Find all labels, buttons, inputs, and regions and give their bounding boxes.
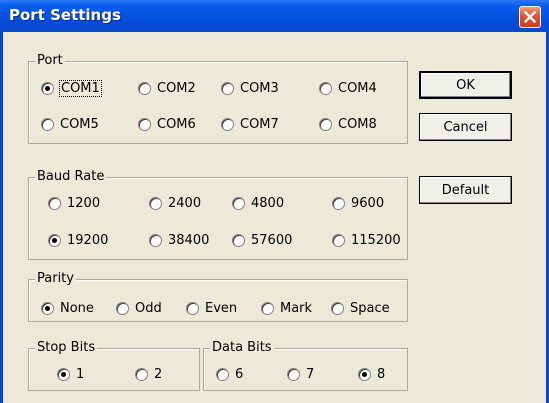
radio-icon — [216, 367, 229, 381]
baud-option-2400[interactable]: 2400 — [149, 194, 201, 212]
radio-selected-icon — [358, 367, 371, 381]
default-button[interactable]: Default — [419, 176, 512, 204]
option-label: COM7 — [240, 116, 279, 132]
baud-option-9600[interactable]: 9600 — [332, 194, 384, 212]
baud-option-38400[interactable]: 38400 — [149, 231, 209, 249]
data-bits-option-8[interactable]: 8 — [358, 365, 385, 383]
radio-icon — [138, 81, 151, 95]
radio-icon — [261, 301, 274, 315]
port-option-com1[interactable]: COM1 — [41, 79, 102, 97]
port-option-com2[interactable]: COM2 — [138, 79, 196, 97]
radio-selected-icon — [41, 81, 54, 95]
radio-icon — [41, 117, 54, 131]
option-label: COM2 — [157, 80, 196, 96]
option-label: 8 — [377, 366, 386, 382]
stop-bits-option-2[interactable]: 2 — [135, 365, 162, 383]
option-label: 38400 — [168, 232, 210, 248]
radio-icon — [186, 301, 199, 315]
radio-icon — [232, 196, 245, 210]
baud-option-57600[interactable]: 57600 — [232, 231, 292, 249]
radio-icon — [138, 117, 151, 131]
radio-icon — [221, 117, 234, 131]
port-option-com4[interactable]: COM4 — [319, 79, 377, 97]
option-label: COM3 — [240, 80, 279, 96]
close-icon — [524, 11, 536, 23]
ok-button-label: OK — [456, 77, 475, 93]
baud-option-19200[interactable]: 19200 — [48, 231, 108, 249]
parity-option-space[interactable]: Space — [331, 299, 390, 317]
option-label: 1200 — [67, 195, 101, 211]
radio-icon — [287, 367, 300, 381]
baud-option-115200[interactable]: 115200 — [332, 231, 401, 249]
option-label: 2 — [154, 366, 163, 382]
radio-icon — [149, 233, 162, 247]
parity-option-mark[interactable]: Mark — [261, 299, 312, 317]
data-bits-group-label: Data Bits — [210, 340, 274, 356]
close-button[interactable] — [519, 6, 541, 28]
port-option-com8[interactable]: COM8 — [319, 115, 377, 133]
radio-icon — [319, 117, 332, 131]
radio-selected-icon — [41, 301, 54, 315]
stop-bits-group-label: Stop Bits — [35, 340, 98, 356]
parity-group-label: Parity — [35, 271, 76, 287]
ok-button[interactable]: OK — [419, 71, 512, 99]
parity-option-even[interactable]: Even — [186, 299, 237, 317]
option-label: 19200 — [67, 232, 109, 248]
radio-selected-icon — [57, 367, 70, 381]
stop-bits-group: Stop Bits — [28, 340, 200, 391]
option-label: COM4 — [338, 80, 377, 96]
cancel-button-label: Cancel — [443, 119, 488, 135]
baud-option-1200[interactable]: 1200 — [48, 194, 100, 212]
option-label: 4800 — [251, 195, 285, 211]
option-label: COM6 — [157, 116, 196, 132]
option-label: Space — [350, 300, 390, 316]
baud-rate-group-label: Baud Rate — [35, 169, 107, 185]
option-label: None — [60, 300, 94, 316]
port-option-com6[interactable]: COM6 — [138, 115, 196, 133]
option-label: 6 — [235, 366, 244, 382]
option-label: Odd — [135, 300, 162, 316]
radio-icon — [332, 196, 345, 210]
option-label: Even — [205, 300, 238, 316]
radio-icon — [221, 81, 234, 95]
parity-option-odd[interactable]: Odd — [116, 299, 162, 317]
port-option-com3[interactable]: COM3 — [221, 79, 279, 97]
parity-option-none[interactable]: None — [41, 299, 94, 317]
radio-icon — [332, 233, 345, 247]
window-title: Port Settings — [9, 6, 121, 24]
radio-icon — [331, 301, 344, 315]
radio-icon — [232, 233, 245, 247]
option-label: COM5 — [60, 116, 99, 132]
option-label: 7 — [306, 366, 315, 382]
radio-icon — [319, 81, 332, 95]
cancel-button[interactable]: Cancel — [419, 113, 512, 141]
port-settings-window: Port Settings Port COM1 COM2 COM3 COM4 C… — [0, 0, 549, 403]
option-label: 115200 — [351, 232, 401, 248]
baud-option-4800[interactable]: 4800 — [232, 194, 284, 212]
data-bits-option-7[interactable]: 7 — [287, 365, 314, 383]
data-bits-option-6[interactable]: 6 — [216, 365, 243, 383]
port-option-com5[interactable]: COM5 — [41, 115, 99, 133]
option-label: 57600 — [251, 232, 293, 248]
stop-bits-option-1[interactable]: 1 — [57, 365, 84, 383]
port-group-label: Port — [35, 53, 65, 69]
dialog-body: Port COM1 COM2 COM3 COM4 COM5 COM6 COM7 — [3, 32, 546, 403]
option-label: COM1 — [59, 79, 102, 97]
radio-icon — [149, 196, 162, 210]
radio-selected-icon — [48, 233, 61, 247]
option-label: 1 — [76, 366, 85, 382]
option-label: 9600 — [351, 195, 385, 211]
radio-icon — [48, 196, 61, 210]
option-label: COM8 — [338, 116, 377, 132]
port-option-com7[interactable]: COM7 — [221, 115, 279, 133]
radio-icon — [116, 301, 129, 315]
title-bar[interactable]: Port Settings — [0, 0, 549, 32]
option-label: 2400 — [168, 195, 202, 211]
option-label: Mark — [280, 300, 313, 316]
radio-icon — [135, 367, 148, 381]
default-button-label: Default — [441, 182, 490, 198]
